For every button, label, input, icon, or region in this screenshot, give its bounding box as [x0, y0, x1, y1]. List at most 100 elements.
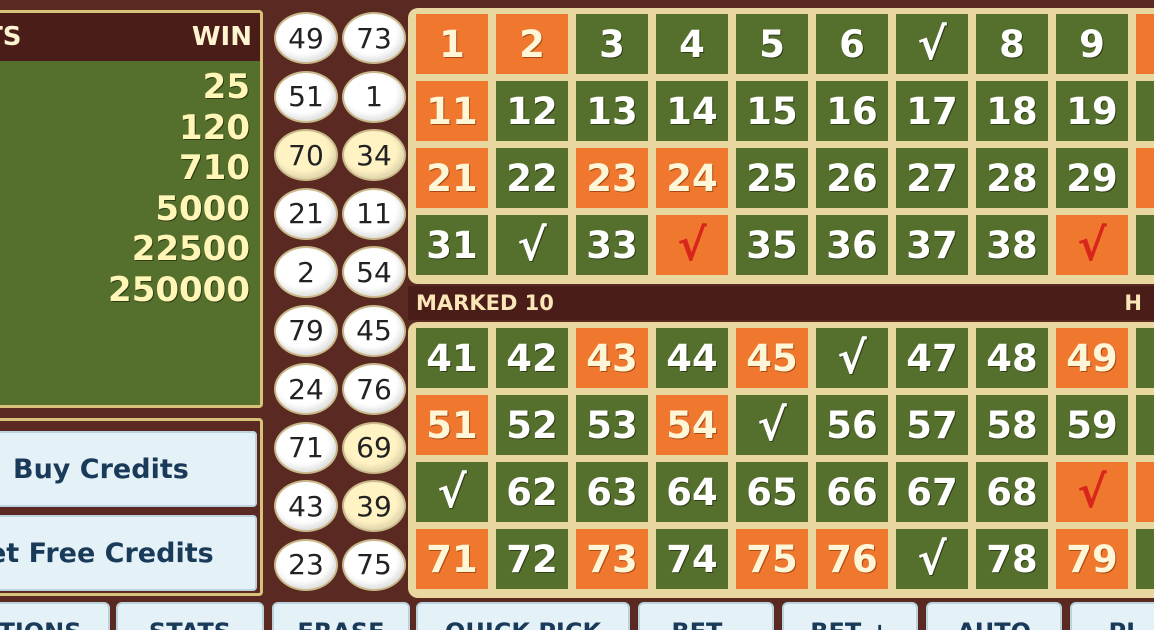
number-cell[interactable]: 15 — [736, 81, 808, 141]
number-cell[interactable]: 1 — [416, 14, 488, 74]
number-cell[interactable]: 73 — [576, 529, 648, 589]
number-cell[interactable]: 47 — [896, 328, 968, 388]
play-button[interactable]: PL — [1070, 602, 1154, 630]
number-cell[interactable]: 72 — [496, 529, 568, 589]
number-cell[interactable]: 2 — [496, 14, 568, 74]
number-cell[interactable]: 66 — [816, 462, 888, 522]
number-cell[interactable]: 6 — [816, 14, 888, 74]
marked-cell[interactable]: √ — [1056, 215, 1128, 275]
buy-credits-button[interactable]: Buy Credits — [0, 431, 257, 507]
number-cell[interactable]: 16 — [816, 81, 888, 141]
number-cell[interactable]: 27 — [896, 148, 968, 208]
number-cell[interactable]: 67 — [896, 462, 968, 522]
marked-cell[interactable]: √ — [496, 215, 568, 275]
number-cell[interactable]: 17 — [896, 81, 968, 141]
auto-button[interactable]: AUTO — [926, 602, 1062, 630]
bet-plus-button[interactable]: BET + — [782, 602, 918, 630]
number-cell[interactable]: 78 — [976, 529, 1048, 589]
number-cell[interactable] — [1136, 148, 1154, 208]
cell-number: 22 — [506, 156, 558, 200]
quick-pick-button[interactable]: QUICK PICK — [416, 602, 630, 630]
number-cell[interactable]: 33 — [576, 215, 648, 275]
number-cell[interactable]: 37 — [896, 215, 968, 275]
number-cell[interactable]: 71 — [416, 529, 488, 589]
number-cell[interactable]: 19 — [1056, 81, 1128, 141]
number-cell[interactable]: 5 — [1136, 328, 1154, 388]
number-cell[interactable] — [1136, 462, 1154, 522]
cell-number: 53 — [586, 403, 638, 447]
bet-minus-button[interactable]: BET - — [638, 602, 774, 630]
number-cell[interactable]: 18 — [976, 81, 1048, 141]
number-cell[interactable]: 68 — [976, 462, 1048, 522]
number-cell[interactable]: 76 — [816, 529, 888, 589]
number-cell[interactable]: 52 — [496, 395, 568, 455]
number-cell[interactable]: 51 — [416, 395, 488, 455]
number-cell[interactable]: 38 — [976, 215, 1048, 275]
marked-cell[interactable]: √ — [416, 462, 488, 522]
number-cell[interactable]: 36 — [816, 215, 888, 275]
paytable-win-value: 250000 — [108, 269, 250, 310]
number-cell[interactable]: 21 — [416, 148, 488, 208]
cell-number: 71 — [426, 537, 478, 581]
number-cell[interactable]: 25 — [736, 148, 808, 208]
drawn-ball: 71 — [274, 421, 338, 474]
number-cell[interactable]: 65 — [736, 462, 808, 522]
number-cell[interactable]: 26 — [816, 148, 888, 208]
number-cell[interactable]: 62 — [496, 462, 568, 522]
number-cell[interactable]: 59 — [1056, 395, 1128, 455]
number-cell[interactable]: 24 — [656, 148, 728, 208]
number-cell[interactable]: 6 — [1136, 395, 1154, 455]
marked-cell[interactable]: √ — [816, 328, 888, 388]
number-cell[interactable] — [1136, 529, 1154, 589]
marked-cell[interactable]: √ — [896, 14, 968, 74]
marked-cell[interactable]: √ — [896, 529, 968, 589]
number-cell[interactable]: 12 — [496, 81, 568, 141]
number-cell[interactable]: 29 — [1056, 148, 1128, 208]
number-cell[interactable]: 64 — [656, 462, 728, 522]
number-cell[interactable]: 49 — [1056, 328, 1128, 388]
cell-number: 59 — [1066, 403, 1118, 447]
number-cell[interactable]: 43 — [576, 328, 648, 388]
number-cell[interactable]: 42 — [496, 328, 568, 388]
options-button[interactable]: TIONS — [0, 602, 110, 630]
number-cell[interactable]: 35 — [736, 215, 808, 275]
marked-cell[interactable]: √ — [736, 395, 808, 455]
number-cell[interactable]: 63 — [576, 462, 648, 522]
number-cell[interactable]: 56 — [816, 395, 888, 455]
number-cell[interactable]: 54 — [656, 395, 728, 455]
marked-cell[interactable]: √ — [1056, 462, 1128, 522]
number-cell[interactable]: 48 — [976, 328, 1048, 388]
cell-number: 15 — [746, 89, 798, 133]
number-cell[interactable]: 41 — [416, 328, 488, 388]
erase-button[interactable]: ERASE — [272, 602, 410, 630]
number-cell[interactable]: 74 — [656, 529, 728, 589]
number-cell[interactable]: 44 — [656, 328, 728, 388]
number-cell[interactable]: 3 — [576, 14, 648, 74]
number-cell[interactable]: 45 — [736, 328, 808, 388]
number-cell[interactable]: 5 — [736, 14, 808, 74]
number-cell[interactable]: 14 — [656, 81, 728, 141]
number-cell[interactable]: 8 — [976, 14, 1048, 74]
number-cell[interactable]: 13 — [576, 81, 648, 141]
number-cell[interactable]: 75 — [736, 529, 808, 589]
number-cell[interactable]: 4 — [656, 14, 728, 74]
number-cell[interactable]: 53 — [576, 395, 648, 455]
cell-number: 65 — [746, 470, 798, 514]
number-cell[interactable] — [1136, 81, 1154, 141]
number-cell[interactable]: 22 — [496, 148, 568, 208]
number-cell[interactable]: 28 — [976, 148, 1048, 208]
number-cell[interactable]: 4 — [1136, 215, 1154, 275]
number-cell[interactable]: 79 — [1056, 529, 1128, 589]
number-cell[interactable]: 23 — [576, 148, 648, 208]
number-cell[interactable]: 58 — [976, 395, 1048, 455]
drawn-ball: 70 — [274, 129, 338, 181]
number-cell[interactable] — [1136, 14, 1154, 74]
number-cell[interactable]: 57 — [896, 395, 968, 455]
stats-button[interactable]: STATS — [116, 602, 264, 630]
number-cell[interactable]: 9 — [1056, 14, 1128, 74]
number-cell[interactable]: 11 — [416, 81, 488, 141]
get-free-credits-button[interactable]: et Free Credits — [0, 515, 257, 591]
marked-cell[interactable]: √ — [656, 215, 728, 275]
number-cell[interactable]: 31 — [416, 215, 488, 275]
hits-header: TS — [0, 22, 22, 52]
